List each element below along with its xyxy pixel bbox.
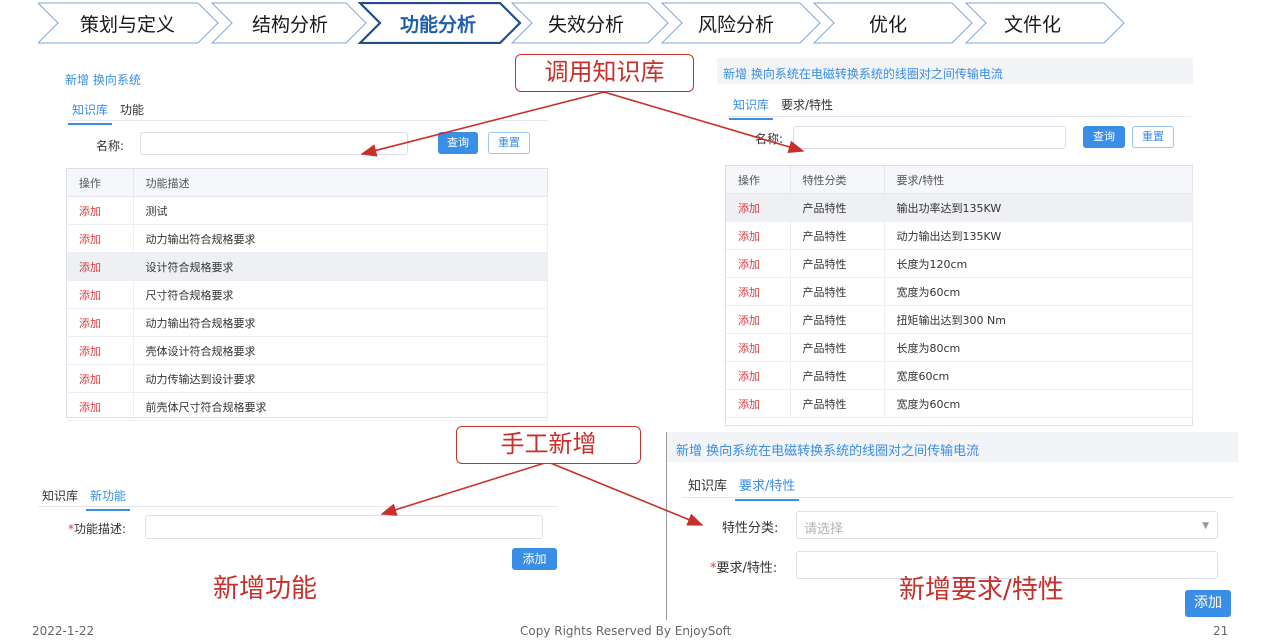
callout-manual-add: 手工新增 xyxy=(456,426,641,464)
caption-new-function: 新增功能 xyxy=(213,574,318,604)
arrow-to-requirement-search xyxy=(603,91,805,154)
caption-new-requirement: 新增要求/特性 xyxy=(899,575,1064,605)
arrow-to-function-form xyxy=(380,461,549,516)
footer-copyright: Copy Rights Reserved By EnjoySoft xyxy=(520,624,732,638)
arrow-to-function-search xyxy=(360,91,605,157)
callout-arrows xyxy=(360,91,805,526)
footer-page-number: 21 xyxy=(1213,624,1229,638)
callout-call-knowledge: 调用知识库 xyxy=(515,54,694,92)
arrow-to-requirement-form xyxy=(547,461,704,526)
footer-date: 2022-1-22 xyxy=(32,624,95,638)
